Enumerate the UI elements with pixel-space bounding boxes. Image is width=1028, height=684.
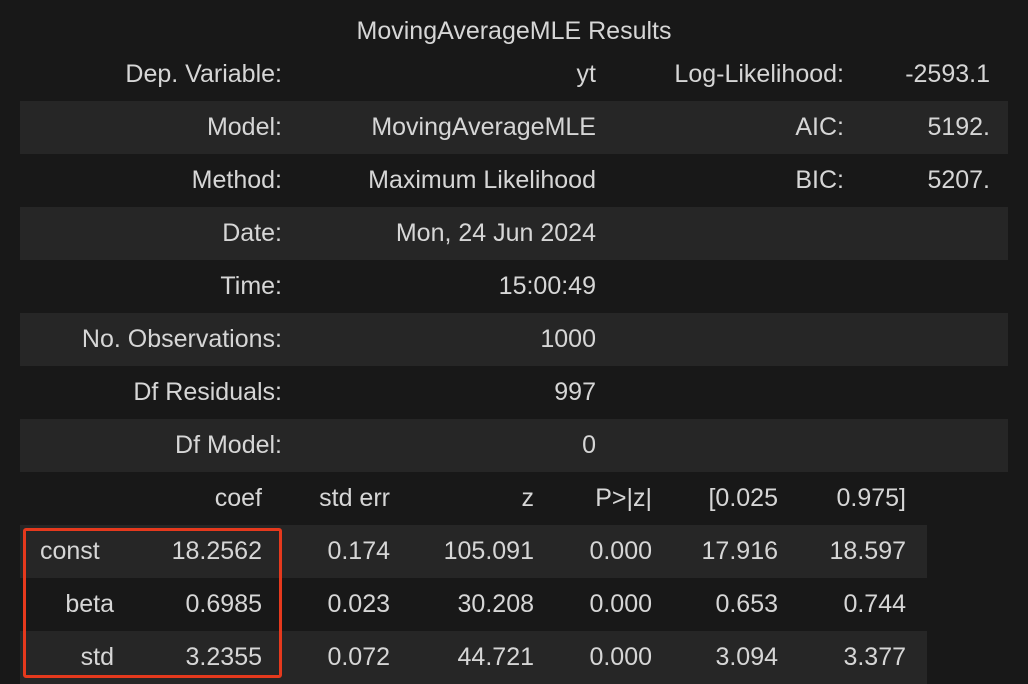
- summary-value: 15:00:49: [498, 272, 596, 300]
- summary-row-method: Method: Maximum Likelihood BIC: 5207.: [20, 154, 1008, 207]
- stat-value: 5207.: [927, 166, 990, 194]
- summary-row-df-residuals: Df Residuals: 997: [20, 366, 1008, 419]
- p-value: 0.000: [589, 643, 652, 671]
- summary-value: yt: [576, 60, 596, 88]
- stat-value: 5192.: [927, 113, 990, 141]
- stat-label: [620, 207, 844, 260]
- stat-value: [866, 419, 990, 472]
- z-value: 30.208: [457, 590, 534, 618]
- ci-upper-value: 3.377: [843, 643, 906, 671]
- stat-label: [620, 260, 844, 313]
- stat-value: [866, 260, 990, 313]
- stat-label: AIC:: [795, 113, 844, 141]
- summary-value: Maximum Likelihood: [368, 166, 596, 194]
- summary-row-model: Model: MovingAverageMLE AIC: 5192.: [20, 101, 1008, 154]
- summary-label: Method:: [191, 166, 282, 194]
- std-err-value: 0.023: [327, 590, 390, 618]
- stat-value: -2593.1: [905, 60, 990, 88]
- summary-row-time: Time: 15:00:49: [20, 260, 1008, 313]
- stat-value: [866, 366, 990, 419]
- highlight-box: [23, 528, 282, 678]
- summary-label: Model:: [206, 113, 282, 141]
- std-err-value: 0.174: [327, 537, 390, 565]
- summary-row-date: Date: Mon, 24 Jun 2024: [20, 207, 1008, 260]
- summary-value: MovingAverageMLE: [371, 113, 596, 141]
- summary-label: Df Model:: [175, 431, 282, 459]
- ci-lower-value: 3.094: [715, 643, 778, 671]
- column-header-coef: coef: [214, 484, 262, 512]
- column-header: [20, 472, 114, 525]
- stat-label: Log-Likelihood:: [674, 60, 844, 88]
- summary-value: 997: [554, 378, 596, 406]
- results-title: MovingAverageMLE Results: [356, 17, 672, 45]
- column-header-std-err: std err: [319, 484, 390, 512]
- column-header-ci-upper: 0.975]: [836, 484, 906, 512]
- stat-value: [866, 207, 990, 260]
- summary-label: Date:: [222, 219, 282, 247]
- column-header-p-value: P>|z|: [595, 484, 652, 512]
- ci-lower-value: 0.653: [715, 590, 778, 618]
- column-header-z: z: [521, 484, 535, 512]
- stat-label: BIC:: [795, 166, 844, 194]
- summary-value: Mon, 24 Jun 2024: [395, 219, 596, 247]
- stat-label: [620, 419, 844, 472]
- summary-row-df-model: Df Model: 0: [20, 419, 1008, 472]
- column-header-ci-lower: [0.025: [708, 484, 778, 512]
- stat-label: [620, 313, 844, 366]
- p-value: 0.000: [589, 537, 652, 565]
- summary-label: Df Residuals:: [133, 378, 282, 406]
- summary-value: 1000: [540, 325, 596, 353]
- stat-value: [866, 313, 990, 366]
- ci-upper-value: 18.597: [829, 537, 906, 565]
- z-value: 105.091: [443, 537, 534, 565]
- ci-upper-value: 0.744: [843, 590, 906, 618]
- ci-lower-value: 17.916: [701, 537, 778, 565]
- coef-header-row: coef std err z P>|z| [0.025 0.975]: [20, 472, 927, 525]
- std-err-value: 0.072: [327, 643, 390, 671]
- summary-row-dep-variable: Dep. Variable: yt Log-Likelihood: -2593.…: [20, 48, 1008, 101]
- summary-label: No. Observations:: [81, 325, 282, 353]
- z-value: 44.721: [457, 643, 534, 671]
- summary-label: Dep. Variable:: [125, 60, 282, 88]
- stat-label: [620, 366, 844, 419]
- summary-label: Time:: [220, 272, 282, 300]
- p-value: 0.000: [589, 590, 652, 618]
- summary-row-observations: No. Observations: 1000: [20, 313, 1008, 366]
- summary-value: 0: [582, 431, 596, 459]
